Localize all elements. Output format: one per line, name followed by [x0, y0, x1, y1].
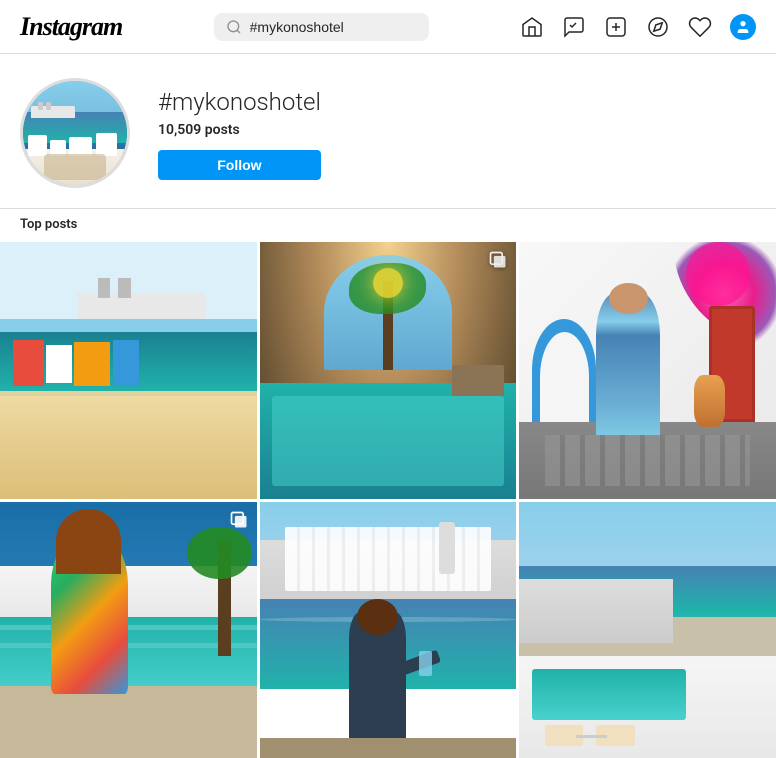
hashtag-title: #mykonoshotel [158, 88, 321, 116]
multi-photo-icon-2 [488, 250, 508, 274]
grid-post-5[interactable] [260, 502, 517, 758]
follow-button[interactable]: Follow [158, 150, 321, 180]
profile-section: #mykonoshotel 10,509 posts Follow [0, 54, 776, 208]
avatar [20, 78, 130, 188]
instagram-logo[interactable]: Instagram [20, 12, 122, 42]
likes-icon[interactable] [688, 15, 712, 39]
search-input[interactable] [250, 19, 417, 35]
messenger-icon[interactable] [562, 15, 586, 39]
main-nav [520, 14, 756, 40]
top-posts-label: Top posts [0, 208, 776, 242]
grid-post-3[interactable] [519, 242, 776, 499]
grid-post-2[interactable] [260, 242, 517, 499]
grid-post-1[interactable] [0, 242, 257, 499]
profile-icon[interactable] [730, 14, 756, 40]
multi-photo-icon-4 [229, 510, 249, 534]
search-icon [226, 19, 242, 35]
main-header: Instagram [0, 0, 776, 54]
profile-info: #mykonoshotel 10,509 posts Follow [158, 78, 321, 180]
posts-grid [0, 242, 776, 758]
create-icon[interactable] [604, 15, 628, 39]
explore-icon[interactable] [646, 15, 670, 39]
posts-count: 10,509 posts [158, 122, 321, 138]
search-bar[interactable] [214, 13, 429, 41]
grid-post-4[interactable] [0, 502, 257, 758]
grid-post-6[interactable] [519, 502, 776, 758]
home-icon[interactable] [520, 15, 544, 39]
